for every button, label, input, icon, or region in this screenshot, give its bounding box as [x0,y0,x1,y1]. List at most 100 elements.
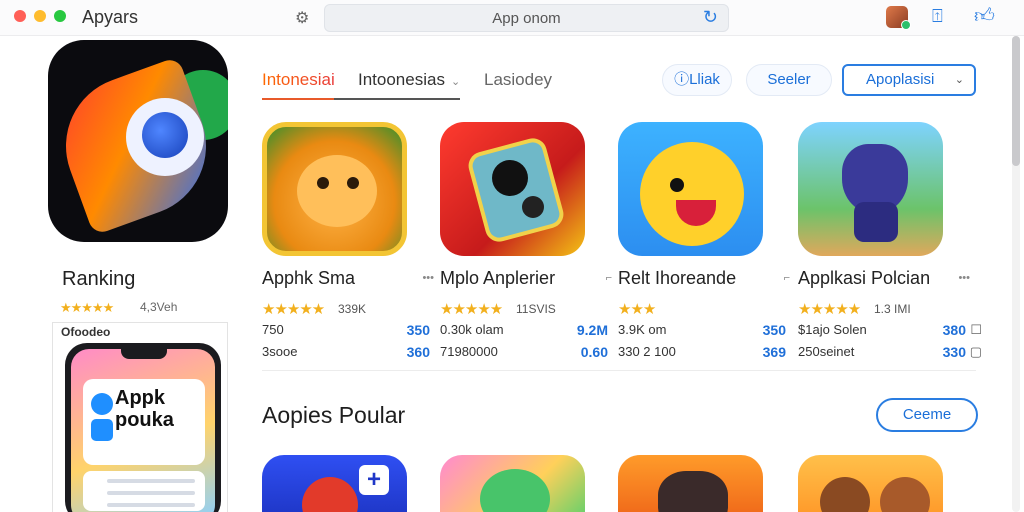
stat-value: 360 [406,344,430,360]
stat-value: 330 [942,344,966,360]
rating-count: 339K [338,302,367,316]
phone-preview-card[interactable]: Ofoodeo Appk pouka [52,322,228,512]
phone-panel: Appk pouka [83,379,205,465]
rating-count: 11SVIS [516,302,556,316]
popular-app-icon[interactable]: + [262,455,407,512]
app-name: Applkasi Polcian [798,268,931,288]
stat-label: 71980000 [440,344,498,359]
app-icon[interactable] [798,122,943,256]
phone-text-lines [83,471,205,511]
seeler-button[interactable]: Seeler [746,64,832,96]
scrollbar[interactable] [1012,36,1020,512]
icon-shape [492,160,528,196]
rating-count: 1.3 IMI [874,302,911,316]
see-more-button[interactable]: Ceeme [876,398,978,432]
stat-value: 369 [762,344,786,360]
more-icon[interactable]: ⌐ [784,272,790,284]
stat-label: 250seinet [798,344,855,359]
icon-shape [640,142,744,246]
app-icon [91,393,113,415]
app-name: Mplo Anplerier [440,268,556,288]
section-title: Aopies Poular [262,402,406,428]
close-window-button[interactable] [14,10,26,22]
rating-stars: ★★★★★ [262,301,325,318]
icon-shape [317,177,329,189]
chevron-down-icon: ⌄ [450,76,461,88]
featured-rating-count: 4,3Veh [140,300,178,314]
icon-shape [670,178,684,192]
app-title: Apyars [82,7,139,27]
info-icon: ⓘ [674,71,690,88]
more-icon[interactable]: ••• [422,272,434,284]
popular-app-icon[interactable] [440,455,585,512]
gear-icon[interactable]: ⚙ [295,8,309,28]
chevron-down-icon: ⌄ [954,74,964,86]
section-divider [262,370,976,371]
app-card[interactable]: Mplo Anplerier ⌐ ★★★★★ 11SVIS 0.30k olam… [440,122,618,362]
stat-label: 330 2 100 [618,344,676,359]
popular-app-icon[interactable] [798,455,943,512]
apps-dropdown[interactable]: Apoplasisi ⌄ [842,64,976,96]
stat-value: 350 [762,322,786,338]
featured-rating-stars: ★★★★★ [60,300,114,315]
icon-shape [297,155,377,227]
icon-shape [880,477,930,512]
more-icon[interactable]: ⌐ [606,272,612,284]
tab-lasiodey[interactable]: Lasiodey [484,70,552,90]
stat-value: 0.60 [580,344,608,360]
phone-title: pouka [115,409,174,431]
icon-shape [142,112,188,158]
app-icon[interactable] [618,122,763,256]
plus-icon: + [359,465,389,495]
popular-app-icon[interactable] [618,455,763,512]
phone-title: Appk [115,387,165,409]
app-icon[interactable] [262,122,407,256]
app-name: Relt Ihoreande [618,268,737,288]
app-icon[interactable] [440,122,585,256]
icon-shape [302,477,358,512]
lliak-button[interactable]: ⓘLliak [662,64,732,96]
app-card[interactable]: Relt Ihoreande ⌐ ★★★ 3.9K om 350 330 2 1… [618,122,796,362]
tab-label: Intonesiai [262,70,335,89]
icon-shape [347,177,359,189]
more-icon[interactable]: ••• [958,272,970,284]
tab-underline [334,98,460,100]
tab-label: Lasiodey [484,70,553,89]
minimize-window-button[interactable] [34,10,46,22]
reload-icon[interactable]: ↻ [703,7,718,28]
icon-shape [480,469,550,512]
stat-value: 350 [406,322,430,338]
stat-label: 0.30k olam [440,322,504,337]
stat-label: 3.9K om [618,322,667,337]
icon-shape [854,202,898,242]
phone-mockup: Appk pouka [65,343,221,512]
tab-intoonesias[interactable]: Intoonesias ⌄ [358,70,460,90]
icon-shape [820,477,870,512]
app-card[interactable]: Apphk Sma ••• ★★★★★ 339K 750 350 3sooe 3… [262,122,440,362]
rating-stars: ★★★ [618,301,656,318]
comment-icon[interactable]: ▢ [970,344,982,360]
stat-value: 380 [942,322,966,338]
tab-intonesiai[interactable]: Intonesiai [262,70,335,90]
scroll-thumb[interactable] [1012,36,1020,166]
avatar[interactable] [886,6,911,30]
featured-app-icon[interactable] [48,40,228,242]
zoom-window-button[interactable] [54,10,66,22]
app-card[interactable]: Applkasi Polcian ••• ★★★★★ 1.3 IMI $1ajo… [798,122,982,362]
share-icon[interactable]: ⍐ [932,6,952,26]
rating-stars: ★★★★★ [798,301,861,318]
tab-label: Intoonesias [358,70,445,89]
ranking-heading: Ranking [62,268,136,290]
stat-label: 3sooe [262,344,298,359]
app-name: Apphk Sma [262,268,356,288]
stat-value: 9.2M [576,322,608,338]
stat-label: $1ajo Solen [798,322,867,337]
button-label: Lliak [689,71,720,88]
checkbox-icon[interactable]: ☐ [970,322,982,338]
icon-shape [522,196,544,218]
address-bar[interactable]: App onom ↻ [324,4,729,32]
thumbs-up-icon[interactable]: 👍︎ [974,4,995,28]
title-bar: Apyars ⚙ App onom ↻ ⍐ 👍︎ [0,0,1024,36]
phone-notch [121,349,167,359]
dropdown-label: Apoplasisi [866,71,935,88]
